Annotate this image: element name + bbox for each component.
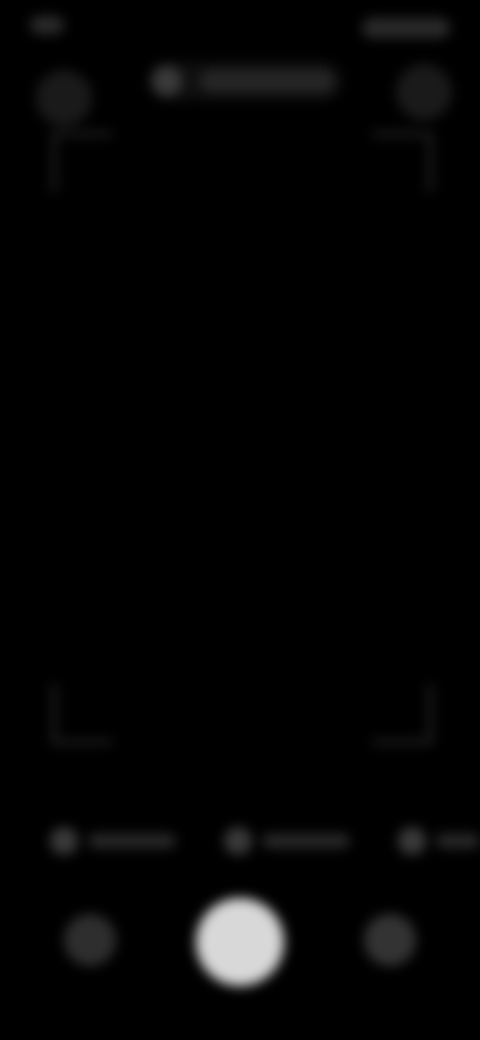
bracket-top-left-icon: [52, 132, 112, 192]
mode-selector: [0, 818, 480, 864]
mode-option-label-text: [262, 834, 263, 835]
mode-option-label-text: [436, 834, 437, 835]
mode-option-label-text: [88, 834, 89, 835]
bracket-bottom-left-icon: [52, 684, 112, 744]
mode-option-label: [88, 834, 176, 848]
bracket-bottom-right-icon: [372, 684, 432, 744]
mode-option-icon: [224, 827, 252, 855]
settings-icon[interactable]: [36, 70, 92, 126]
status-icons: [362, 18, 450, 38]
mode-indicator-icon: [152, 66, 182, 96]
mode-option-3[interactable]: [398, 818, 480, 864]
camera-screen: [0, 0, 480, 1040]
bottom-controls: [0, 890, 480, 1000]
status-indicator-icon: [30, 16, 64, 34]
mode-option-1[interactable]: [50, 818, 180, 864]
status-bar: [0, 0, 480, 56]
mode-label-text: [200, 70, 201, 71]
shutter-button[interactable]: [196, 898, 284, 986]
viewfinder[interactable]: [48, 128, 432, 744]
mode-option-label: [262, 834, 350, 848]
mode-label: [200, 70, 334, 92]
mode-option-2[interactable]: [224, 818, 354, 864]
mode-option-icon: [50, 827, 78, 855]
bracket-top-right-icon: [372, 132, 432, 192]
camera-flip-icon[interactable]: [364, 914, 416, 966]
gallery-thumbnail-icon[interactable]: [64, 914, 116, 966]
flash-icon[interactable]: [396, 64, 452, 120]
mode-option-icon: [398, 827, 426, 855]
mode-option-label: [436, 834, 480, 848]
